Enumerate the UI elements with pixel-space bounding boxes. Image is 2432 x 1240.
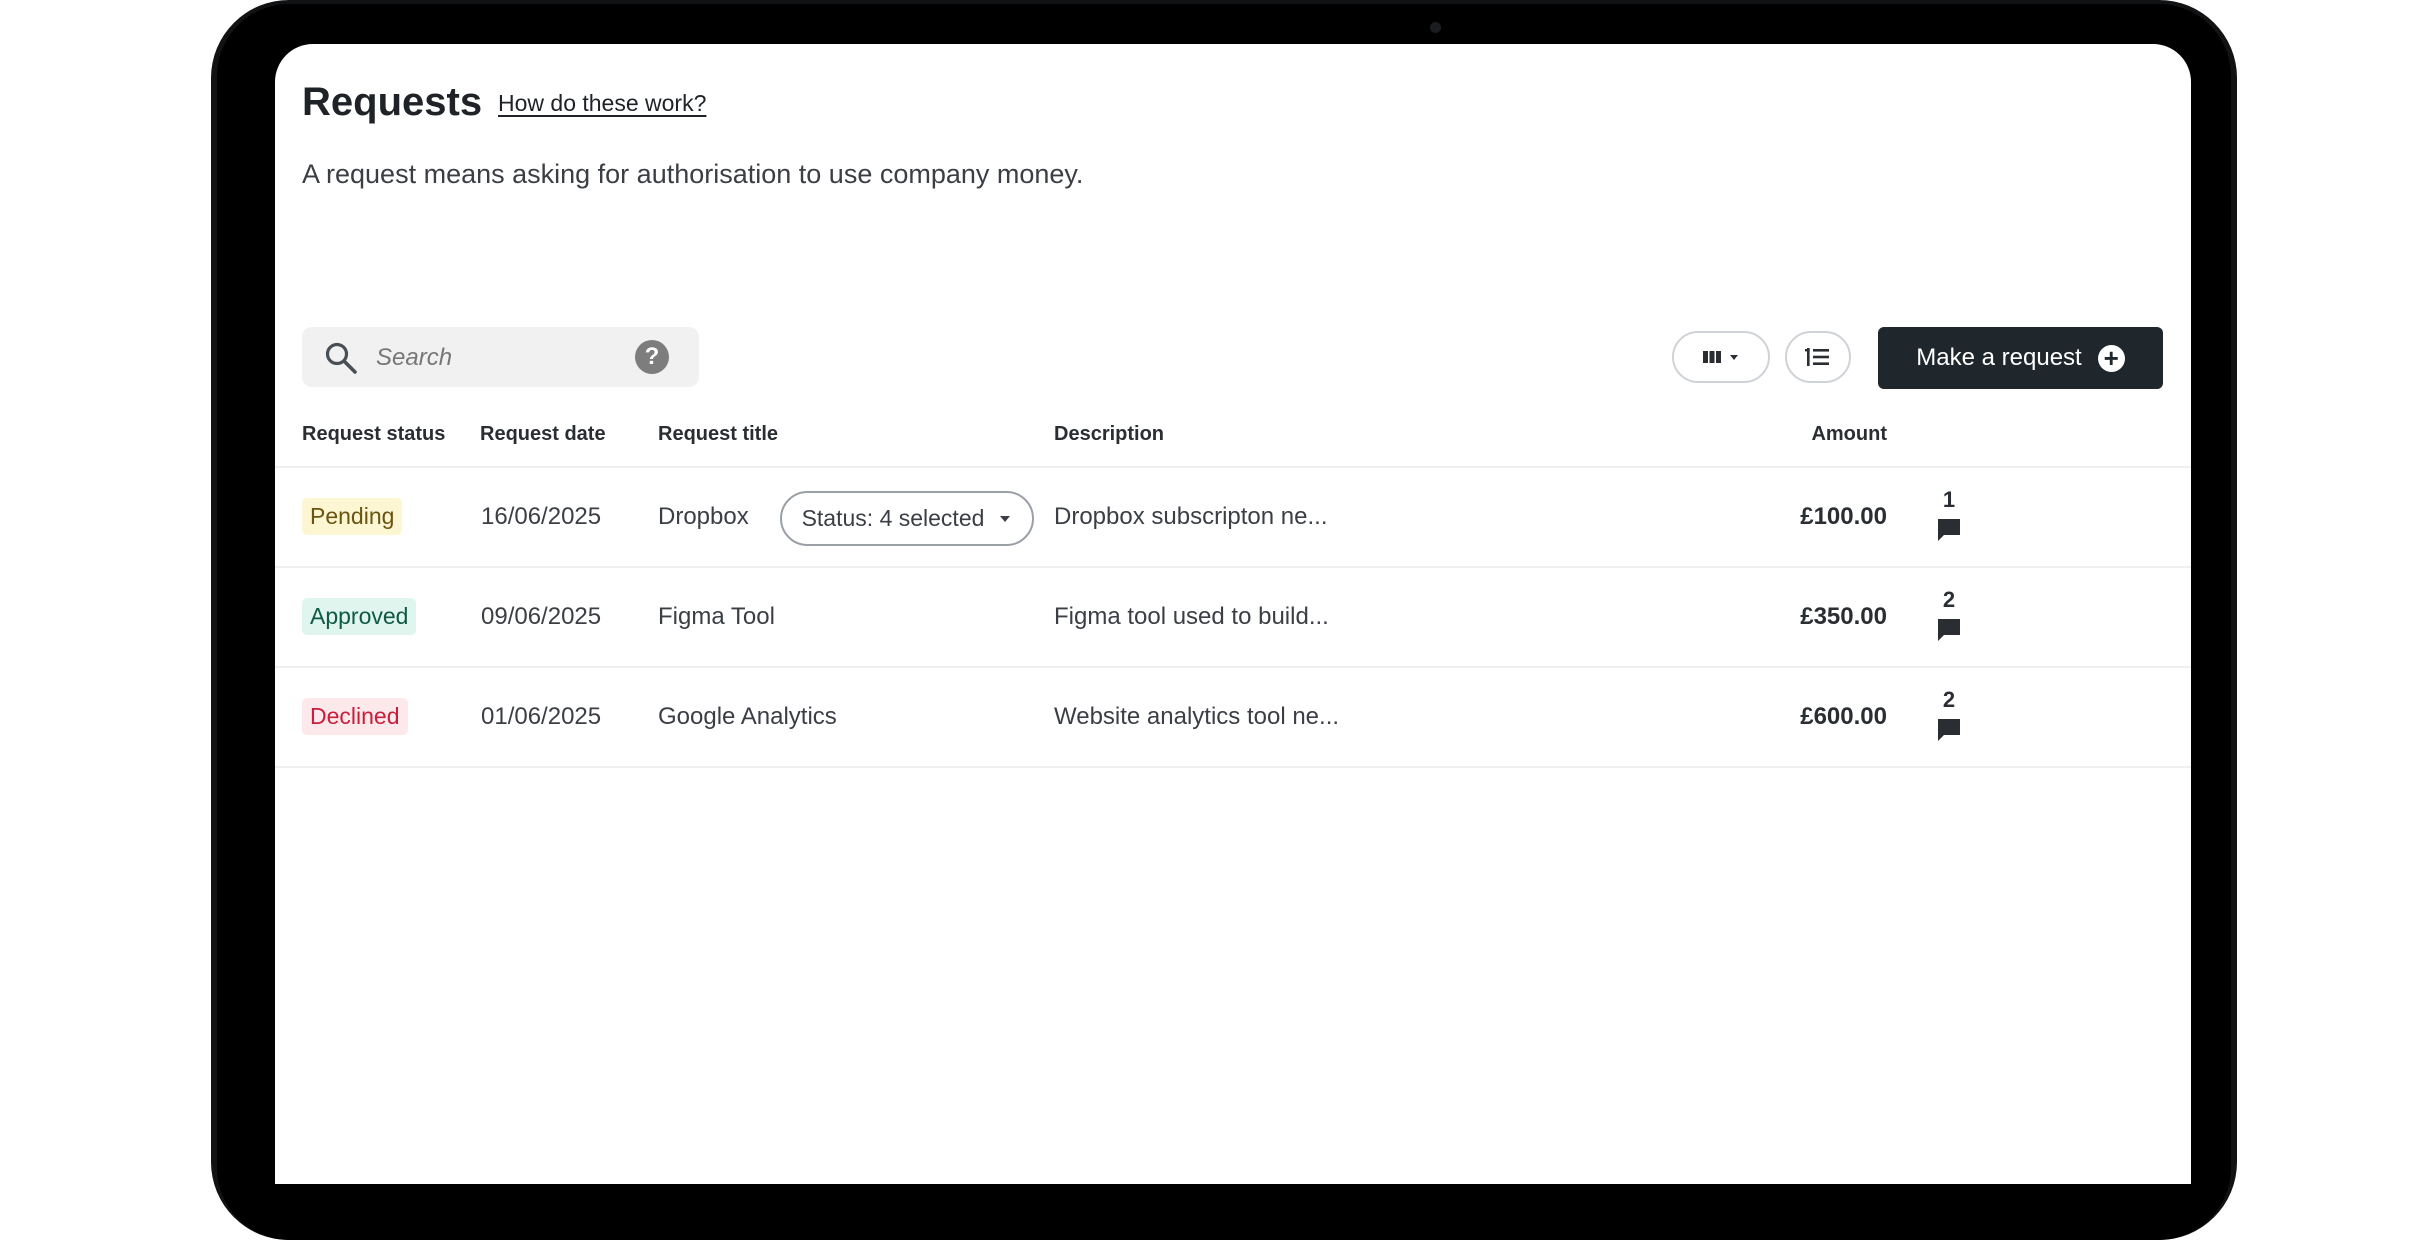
- request-description: Website analytics tool ne...: [1054, 703, 1340, 730]
- comment-icon[interactable]: [1937, 618, 1961, 642]
- status-badge-approved: Approved: [302, 598, 417, 635]
- sort-button[interactable]: [1785, 331, 1851, 383]
- request-date: 01/06/2025: [481, 703, 602, 730]
- comment-icon[interactable]: [1937, 518, 1961, 542]
- status-filter-dropdown[interactable]: Status: 4 selected: [780, 491, 1034, 546]
- request-title: Google Analytics: [658, 703, 837, 730]
- table-row[interactable]: Pending 16/06/2025 Dropbox Dropbox subsc…: [275, 468, 2191, 566]
- chevron-down-icon: [1730, 355, 1738, 360]
- chevron-down-icon: [1000, 515, 1011, 522]
- search-icon: [325, 342, 357, 374]
- status-badge-pending: Pending: [302, 498, 403, 535]
- request-amount: £350.00: [1800, 603, 1887, 630]
- comment-icon[interactable]: [1937, 718, 1961, 742]
- table-row[interactable]: Approved 09/06/2025 Figma Tool Figma too…: [275, 568, 2191, 666]
- table-row[interactable]: Declined 01/06/2025 Google Analytics Web…: [275, 668, 2191, 766]
- make-a-request-label: Make a request: [1916, 344, 2082, 371]
- header-request-status[interactable]: Request status: [302, 423, 445, 446]
- request-date: 16/06/2025: [481, 503, 602, 530]
- header-description[interactable]: Description: [1054, 423, 1164, 446]
- header-request-title[interactable]: Request title: [658, 423, 778, 446]
- plus-icon: +: [2097, 344, 2125, 372]
- page-title: Requests: [302, 80, 483, 124]
- columns-button[interactable]: [1672, 331, 1770, 383]
- help-icon[interactable]: ?: [635, 340, 669, 374]
- app-screen: Requests How do these work? A request me…: [275, 44, 2191, 1184]
- request-description: Dropbox subscripton ne...: [1054, 503, 1328, 530]
- page-subtitle: A request means asking for authorisation…: [302, 159, 1084, 189]
- comment-count: 1: [1942, 487, 1956, 512]
- status-badge-declined: Declined: [302, 698, 408, 735]
- row-divider: [275, 766, 2191, 768]
- comment-count: 2: [1942, 587, 1956, 612]
- request-date: 09/06/2025: [481, 603, 602, 630]
- columns-icon: [1703, 351, 1738, 363]
- request-description: Figma tool used to build...: [1054, 603, 1329, 630]
- header-amount[interactable]: Amount: [1687, 423, 1887, 446]
- status-filter-label: Status: 4 selected: [801, 505, 985, 531]
- make-a-request-button[interactable]: Make a request +: [1878, 327, 2163, 389]
- request-amount: £600.00: [1800, 703, 1887, 730]
- request-title: Figma Tool: [658, 603, 775, 630]
- sort-icon: [1805, 348, 1829, 366]
- comment-count: 2: [1942, 687, 1956, 712]
- header-request-date[interactable]: Request date: [480, 423, 606, 446]
- search-box: ?: [302, 327, 699, 387]
- camera-dot: [1430, 22, 1441, 33]
- search-input[interactable]: [374, 337, 618, 379]
- request-title: Dropbox: [658, 503, 749, 530]
- how-do-these-work-link[interactable]: How do these work?: [498, 90, 706, 117]
- request-amount: £100.00: [1800, 503, 1887, 530]
